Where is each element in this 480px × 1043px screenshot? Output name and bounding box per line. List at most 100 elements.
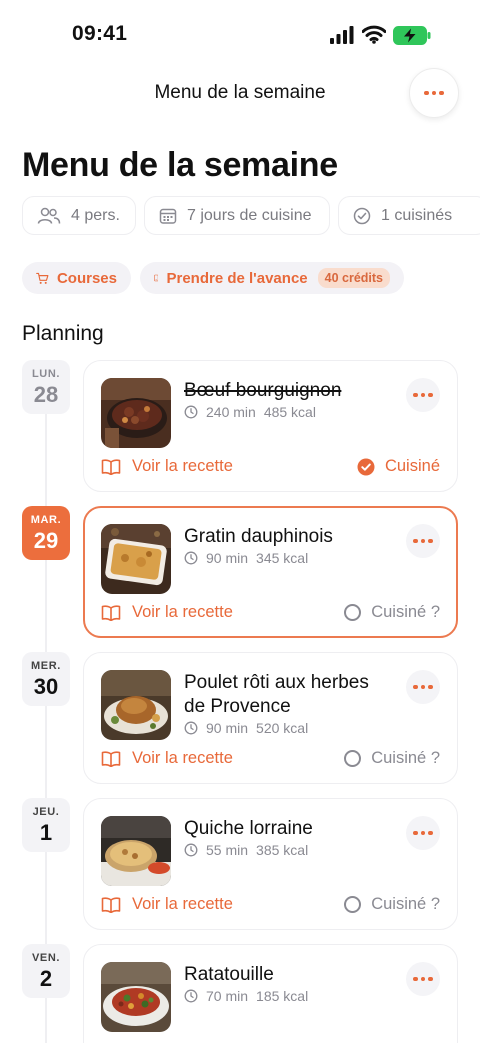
advance-button[interactable]: Prendre de l'avance 40 crédits — [140, 262, 404, 294]
radio-empty-icon — [344, 896, 362, 913]
day-number: 29 — [33, 527, 59, 553]
cooked-label: Cuisiné ? — [371, 603, 440, 621]
recipe-kcal: 520 kcal — [256, 720, 309, 736]
cooked-label: Cuisiné — [384, 457, 440, 475]
view-recipe-link[interactable]: Voir la recette — [101, 457, 233, 476]
recipe-photo — [101, 670, 171, 740]
clock-icon — [184, 989, 198, 1003]
book-icon — [101, 896, 121, 913]
more-dots-icon — [413, 976, 433, 982]
book-icon — [101, 458, 121, 475]
recipe-name[interactable]: Poulet rôti aux herbes de Provence — [184, 671, 394, 719]
recipe-photo — [101, 962, 171, 1032]
more-dots-icon — [413, 830, 433, 836]
page-title: Menu de la semaine — [22, 146, 338, 184]
recipe-duration: 90 min — [206, 550, 249, 566]
stat-days: 7 jours de cuisine — [144, 196, 330, 235]
view-recipe-label: Voir la recette — [132, 603, 233, 621]
card-more-button[interactable] — [406, 816, 440, 850]
shopping-label: Courses — [56, 269, 117, 287]
day-badge-monday: LUN. 28 — [22, 360, 70, 414]
calendar-icon — [159, 208, 177, 224]
meal-card-friday[interactable]: Ratatouille 70 min 185 kcal — [83, 944, 458, 1043]
day-number: 1 — [39, 819, 53, 845]
day-number: 30 — [33, 673, 59, 699]
recipe-duration: 55 min — [206, 842, 249, 858]
day-name: VEN. — [31, 951, 61, 964]
stat-days-label: 7 jours de cuisine — [187, 206, 312, 224]
recipe-duration: 240 min — [206, 404, 256, 420]
day-badge-thursday: JEU. 1 — [22, 798, 70, 852]
recipe-duration: 70 min — [206, 988, 249, 1004]
clock-icon — [184, 551, 198, 565]
day-badge-wednesday: MER. 30 — [22, 652, 70, 706]
meal-card-tuesday[interactable]: Gratin dauphinois 90 min 345 kcal Voir l… — [83, 506, 458, 638]
view-recipe-label: Voir la recette — [132, 895, 233, 913]
recipe-photo — [101, 524, 171, 594]
day-badge-tuesday: MAR. 29 — [22, 506, 70, 560]
stat-people: 4 pers. — [22, 196, 136, 235]
recipe-photo — [101, 378, 171, 448]
day-name: LUN. — [31, 367, 61, 380]
card-more-button[interactable] — [406, 524, 440, 558]
recipe-meta: 55 min 385 kcal — [184, 842, 308, 858]
status-time: 09:41 — [72, 22, 128, 45]
checked-circle-icon — [357, 458, 375, 475]
cooked-toggle[interactable]: Cuisiné ? — [344, 749, 440, 768]
cart-icon — [36, 272, 49, 284]
book-icon — [101, 750, 121, 767]
recipe-kcal: 345 kcal — [256, 550, 309, 566]
stat-people-label: 4 pers. — [71, 206, 120, 224]
stat-cooked: 1 cuisinés — [338, 196, 480, 235]
recipe-meta: 90 min 345 kcal — [184, 550, 308, 566]
wifi-icon — [362, 25, 386, 44]
card-more-button[interactable] — [406, 670, 440, 704]
people-icon — [37, 207, 61, 224]
recipe-duration: 90 min — [206, 720, 249, 736]
cooked-toggle[interactable]: Cuisiné — [357, 457, 440, 476]
recipe-name[interactable]: Ratatouille — [184, 963, 394, 987]
recipe-kcal: 385 kcal — [256, 842, 309, 858]
meal-card-monday[interactable]: Bœuf bourguignon 240 min 485 kcal Voir l… — [83, 360, 458, 492]
credits-badge: 40 crédits — [317, 268, 390, 288]
recipe-meta: 240 min 485 kcal — [184, 404, 316, 420]
day-number: 2 — [39, 965, 53, 991]
recipe-meta: 90 min 520 kcal — [184, 720, 308, 736]
advance-label: Prendre de l'avance — [166, 269, 308, 287]
view-recipe-link[interactable]: Voir la recette — [101, 749, 233, 768]
nav-title: Menu de la semaine — [154, 82, 326, 103]
shopping-button[interactable]: Courses — [22, 262, 131, 294]
recipe-kcal: 185 kcal — [256, 988, 309, 1004]
recipe-name[interactable]: Quiche lorraine — [184, 817, 394, 841]
card-more-button[interactable] — [406, 378, 440, 412]
day-name: MER. — [31, 659, 61, 672]
view-recipe-label: Voir la recette — [132, 749, 233, 767]
card-more-button[interactable] — [406, 962, 440, 996]
radio-empty-icon — [344, 604, 362, 621]
status-bar: 09:41 — [0, 0, 480, 70]
clock-icon — [184, 405, 198, 419]
meal-card-thursday[interactable]: Quiche lorraine 55 min 385 kcal Voir la … — [83, 798, 458, 930]
cooked-label: Cuisiné ? — [371, 895, 440, 913]
recipe-name[interactable]: Bœuf bourguignon — [184, 379, 394, 403]
cooked-toggle[interactable]: Cuisiné ? — [344, 603, 440, 622]
cooked-toggle[interactable]: Cuisiné ? — [344, 895, 440, 914]
recipe-photo — [101, 816, 171, 886]
view-recipe-link[interactable]: Voir la recette — [101, 895, 233, 914]
radio-empty-icon — [344, 750, 362, 767]
more-dots-icon — [413, 392, 433, 398]
more-dots-icon — [424, 90, 444, 96]
recipe-name[interactable]: Gratin dauphinois — [184, 525, 394, 549]
clock-icon — [184, 721, 198, 735]
more-dots-icon — [413, 684, 433, 690]
view-recipe-link[interactable]: Voir la recette — [101, 603, 233, 622]
cooked-label: Cuisiné ? — [371, 749, 440, 767]
recipe-meta: 70 min 185 kcal — [184, 988, 308, 1004]
book-icon — [101, 604, 121, 621]
day-name: JEU. — [32, 805, 60, 818]
meal-card-wednesday[interactable]: Poulet rôti aux herbes de Provence 90 mi… — [83, 652, 458, 784]
more-options-button[interactable] — [409, 68, 459, 118]
day-name: MAR. — [30, 513, 62, 526]
planning-title: Planning — [22, 322, 104, 345]
day-number: 28 — [33, 381, 59, 407]
